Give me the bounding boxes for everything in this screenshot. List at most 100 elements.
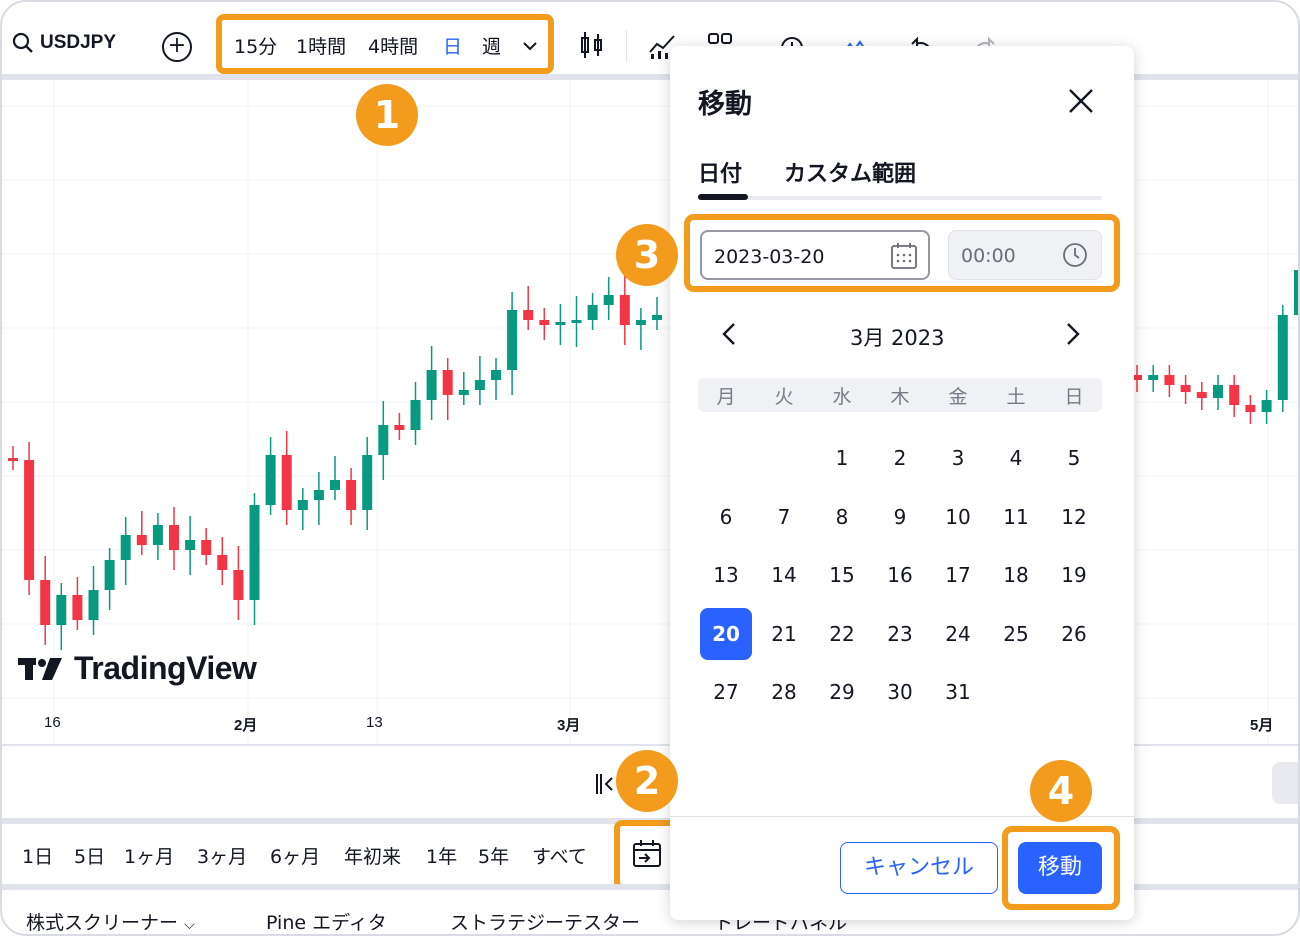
candle-body (635, 320, 646, 325)
calendar-day[interactable]: 25 (990, 608, 1042, 660)
chevron-right-icon[interactable] (1060, 320, 1084, 348)
calendar-day[interactable]: 6 (700, 491, 752, 543)
tradingview-logo: TradingView (18, 650, 257, 687)
candle-body (120, 535, 131, 560)
calendar-day[interactable]: 28 (758, 666, 810, 718)
candle-body (249, 505, 260, 600)
calendar-day[interactable]: 17 (932, 549, 984, 601)
range-3m[interactable]: 3ヶ月 (197, 842, 247, 869)
weekday-label: 水 (832, 386, 852, 408)
tab-date[interactable]: 日付 (698, 156, 742, 188)
candle-body (1213, 385, 1223, 398)
calendar-day[interactable]: 7 (758, 491, 810, 543)
symbol-search[interactable]: USDJPY (12, 32, 116, 54)
symbol-label: USDJPY (40, 32, 117, 53)
range-6m[interactable]: 6ヶ月 (270, 842, 320, 869)
calendar-day[interactable]: 29 (816, 666, 868, 718)
compare-add-icon[interactable]: + (162, 32, 192, 62)
candle-body (652, 315, 662, 320)
calendar-day[interactable]: 16 (874, 549, 926, 601)
calendar-day[interactable]: 22 (816, 608, 868, 660)
candle-body (1261, 400, 1272, 412)
time-tick-mar: 3月 (557, 717, 581, 734)
weekday-label: 月 (716, 386, 736, 408)
calendar-day-selected[interactable]: 20 (700, 607, 752, 660)
calendar-day[interactable]: 27 (700, 666, 752, 718)
calendar-day[interactable]: 14 (758, 549, 810, 601)
candle-body (1229, 385, 1240, 405)
step-badge-2: 2 (616, 750, 678, 812)
calendar-day[interactable]: 8 (816, 491, 868, 543)
candle-body (88, 590, 99, 620)
candles-icon[interactable] (578, 30, 606, 60)
candle-body (571, 320, 582, 323)
calendar-day[interactable]: 2 (874, 432, 926, 484)
calendar-day[interactable]: 15 (816, 549, 868, 601)
candle-body (1245, 405, 1256, 412)
candle-body (24, 460, 35, 580)
candle-body (1196, 392, 1207, 398)
candle-body (539, 320, 550, 325)
candle-body (507, 310, 518, 370)
range-1d[interactable]: 1日 (22, 842, 53, 869)
calendar-day[interactable]: 9 (874, 491, 926, 543)
calendar-day[interactable]: 26 (1048, 608, 1100, 660)
tradingview-logo-icon (18, 657, 62, 680)
candle-body (297, 500, 308, 510)
calendar-day[interactable]: 18 (990, 549, 1042, 601)
calendar-goto-icon (633, 840, 661, 867)
range-5d[interactable]: 5日 (74, 842, 105, 869)
calendar-day[interactable]: 4 (990, 432, 1042, 484)
logo-text: TradingView (74, 650, 257, 686)
app-window: USDJPY + 15分 1時間 4時間 日 週 16 2月 13 3月 5月 … (0, 0, 1300, 936)
calendar-day[interactable]: 1 (816, 432, 868, 484)
scroll-handle[interactable] (1272, 762, 1298, 804)
panel-tab-strategy-tester[interactable]: ストラテジーテスター (450, 908, 640, 934)
weekday-label: 火 (774, 386, 794, 408)
candle-body (152, 525, 163, 545)
time-tick-13: 13 (366, 714, 383, 731)
close-icon[interactable] (1064, 84, 1098, 118)
candle-body (1277, 315, 1288, 400)
calendar-day[interactable]: 30 (874, 666, 926, 718)
range-1m[interactable]: 1ヶ月 (124, 842, 174, 869)
highlight-box-inputs (684, 214, 1120, 292)
calendar-day[interactable]: 31 (932, 666, 984, 718)
candle-body (313, 490, 324, 500)
candle-body (1148, 375, 1159, 380)
weekday-label: 土 (1006, 386, 1026, 408)
calendar-day[interactable]: 24 (932, 608, 984, 660)
candle-body (1294, 270, 1298, 315)
calendar-day[interactable]: 13 (700, 549, 752, 601)
panel-tab-pine-editor[interactable]: Pine エディタ (266, 908, 387, 934)
calendar-day[interactable]: 23 (874, 608, 926, 660)
time-tick-may: 5月 (1250, 717, 1274, 734)
calendar-day[interactable]: 5 (1048, 432, 1100, 484)
panel-tab-screener[interactable]: 株式スクリーナー ⌵ (26, 908, 195, 934)
calendar-day[interactable]: 3 (932, 432, 984, 484)
chevron-left-icon[interactable] (718, 320, 742, 348)
cancel-button[interactable]: キャンセル (840, 842, 998, 894)
calendar-day[interactable]: 11 (990, 491, 1042, 543)
candle-body (1180, 385, 1191, 392)
tab-custom-range[interactable]: カスタム範囲 (784, 156, 916, 188)
range-1y[interactable]: 1年 (426, 842, 457, 869)
weekday-label: 金 (948, 386, 968, 408)
candle-body (8, 458, 18, 461)
time-tick-feb: 2月 (234, 717, 258, 734)
range-all[interactable]: すべて (532, 842, 587, 869)
calendar-day[interactable]: 21 (758, 608, 810, 660)
candle-body (1164, 375, 1175, 385)
candle-body (491, 370, 501, 380)
calendar-day[interactable]: 12 (1048, 491, 1100, 543)
candle-body (474, 380, 485, 390)
candle-body (362, 455, 373, 510)
range-ytd[interactable]: 年初来 (344, 842, 401, 869)
range-5y[interactable]: 5年 (478, 842, 509, 869)
time-tick-16: 16 (44, 714, 61, 731)
candle-body (426, 370, 437, 400)
calendar-day[interactable]: 10 (932, 491, 984, 543)
candle-body (587, 305, 598, 320)
calendar-day[interactable]: 19 (1048, 549, 1100, 601)
dialog-title: 移動 (698, 89, 752, 120)
